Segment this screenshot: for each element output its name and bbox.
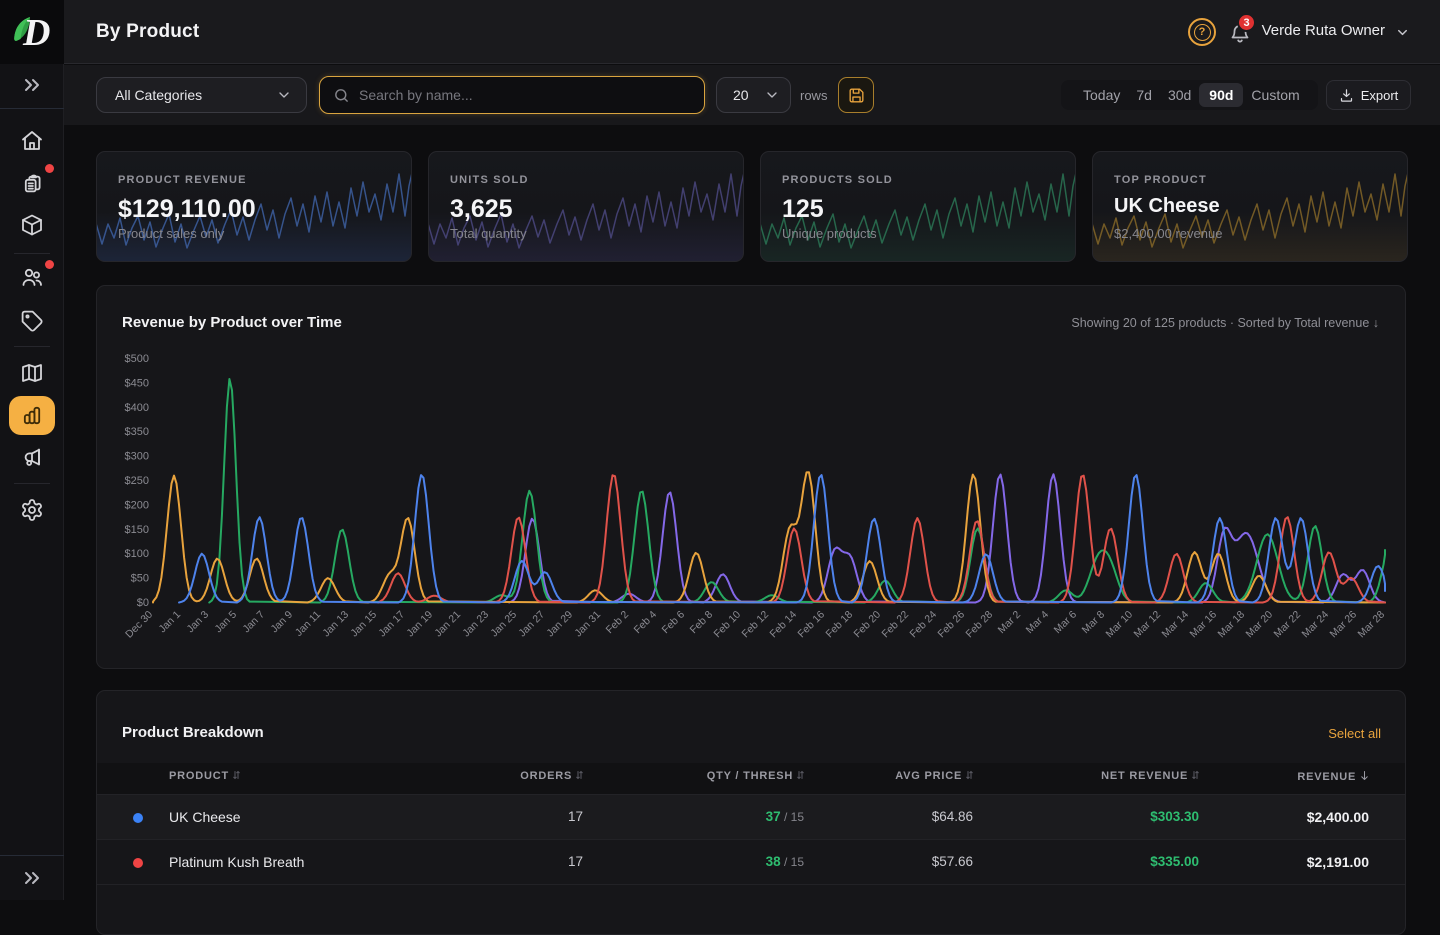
svg-text:$150: $150	[125, 524, 149, 536]
svg-text:Jan 9: Jan 9	[268, 609, 295, 636]
svg-text:Mar 10: Mar 10	[1104, 609, 1136, 641]
svg-text:Mar 12: Mar 12	[1132, 609, 1164, 641]
svg-text:Mar 20: Mar 20	[1244, 609, 1276, 641]
svg-text:Mar 18: Mar 18	[1216, 609, 1248, 641]
svg-text:Jan 11: Jan 11	[293, 609, 323, 639]
svg-text:Feb 2: Feb 2	[604, 609, 632, 637]
svg-text:Feb 6: Feb 6	[660, 609, 688, 637]
svg-text:Feb 18: Feb 18	[824, 609, 856, 641]
svg-text:$200: $200	[125, 499, 149, 511]
svg-text:Mar 24: Mar 24	[1300, 609, 1332, 641]
svg-text:$0: $0	[137, 597, 149, 609]
svg-text:Feb 12: Feb 12	[740, 609, 772, 641]
svg-text:Feb 26: Feb 26	[936, 609, 968, 641]
svg-text:Mar 26: Mar 26	[1328, 609, 1360, 641]
svg-text:Jan 25: Jan 25	[488, 609, 519, 640]
svg-text:Mar 14: Mar 14	[1160, 609, 1192, 641]
svg-text:$100: $100	[125, 548, 149, 560]
svg-text:Feb 16: Feb 16	[796, 609, 828, 641]
svg-text:Feb 24: Feb 24	[908, 609, 940, 641]
svg-text:$450: $450	[125, 377, 149, 389]
svg-text:$500: $500	[125, 353, 149, 365]
svg-text:Jan 15: Jan 15	[348, 609, 379, 640]
svg-text:Mar 28: Mar 28	[1356, 609, 1388, 641]
svg-text:Jan 19: Jan 19	[404, 609, 435, 640]
svg-text:Feb 28: Feb 28	[964, 609, 996, 641]
svg-text:Jan 5: Jan 5	[212, 609, 239, 636]
svg-text:Jan 1: Jan 1	[156, 609, 183, 636]
svg-text:Feb 4: Feb 4	[632, 609, 660, 637]
svg-text:$250: $250	[125, 475, 149, 487]
svg-text:Feb 14: Feb 14	[768, 609, 800, 641]
svg-text:Mar 4: Mar 4	[1024, 609, 1052, 637]
svg-text:Jan 27: Jan 27	[516, 609, 547, 640]
svg-text:$400: $400	[125, 402, 149, 414]
svg-text:$300: $300	[125, 451, 149, 463]
svg-text:Jan 29: Jan 29	[544, 609, 575, 640]
svg-text:$50: $50	[131, 573, 149, 585]
svg-text:Jan 17: Jan 17	[376, 609, 407, 640]
svg-text:Feb 20: Feb 20	[852, 609, 884, 641]
svg-text:Dec 30: Dec 30	[123, 609, 155, 641]
svg-text:Jan 3: Jan 3	[184, 609, 211, 636]
svg-text:Jan 7: Jan 7	[240, 609, 267, 636]
svg-text:Feb 10: Feb 10	[712, 609, 744, 641]
svg-text:$350: $350	[125, 426, 149, 438]
svg-text:Jan 13: Jan 13	[320, 609, 351, 640]
svg-text:Mar 6: Mar 6	[1052, 609, 1080, 637]
svg-text:Mar 22: Mar 22	[1272, 609, 1304, 641]
svg-text:Feb 22: Feb 22	[880, 609, 912, 641]
svg-text:Jan 23: Jan 23	[460, 609, 491, 640]
svg-text:Mar 2: Mar 2	[996, 609, 1024, 637]
svg-text:Jan 31: Jan 31	[572, 609, 603, 640]
svg-text:Mar 16: Mar 16	[1188, 609, 1220, 641]
svg-text:Jan 21: Jan 21	[432, 609, 463, 640]
svg-text:D: D	[22, 12, 50, 54]
